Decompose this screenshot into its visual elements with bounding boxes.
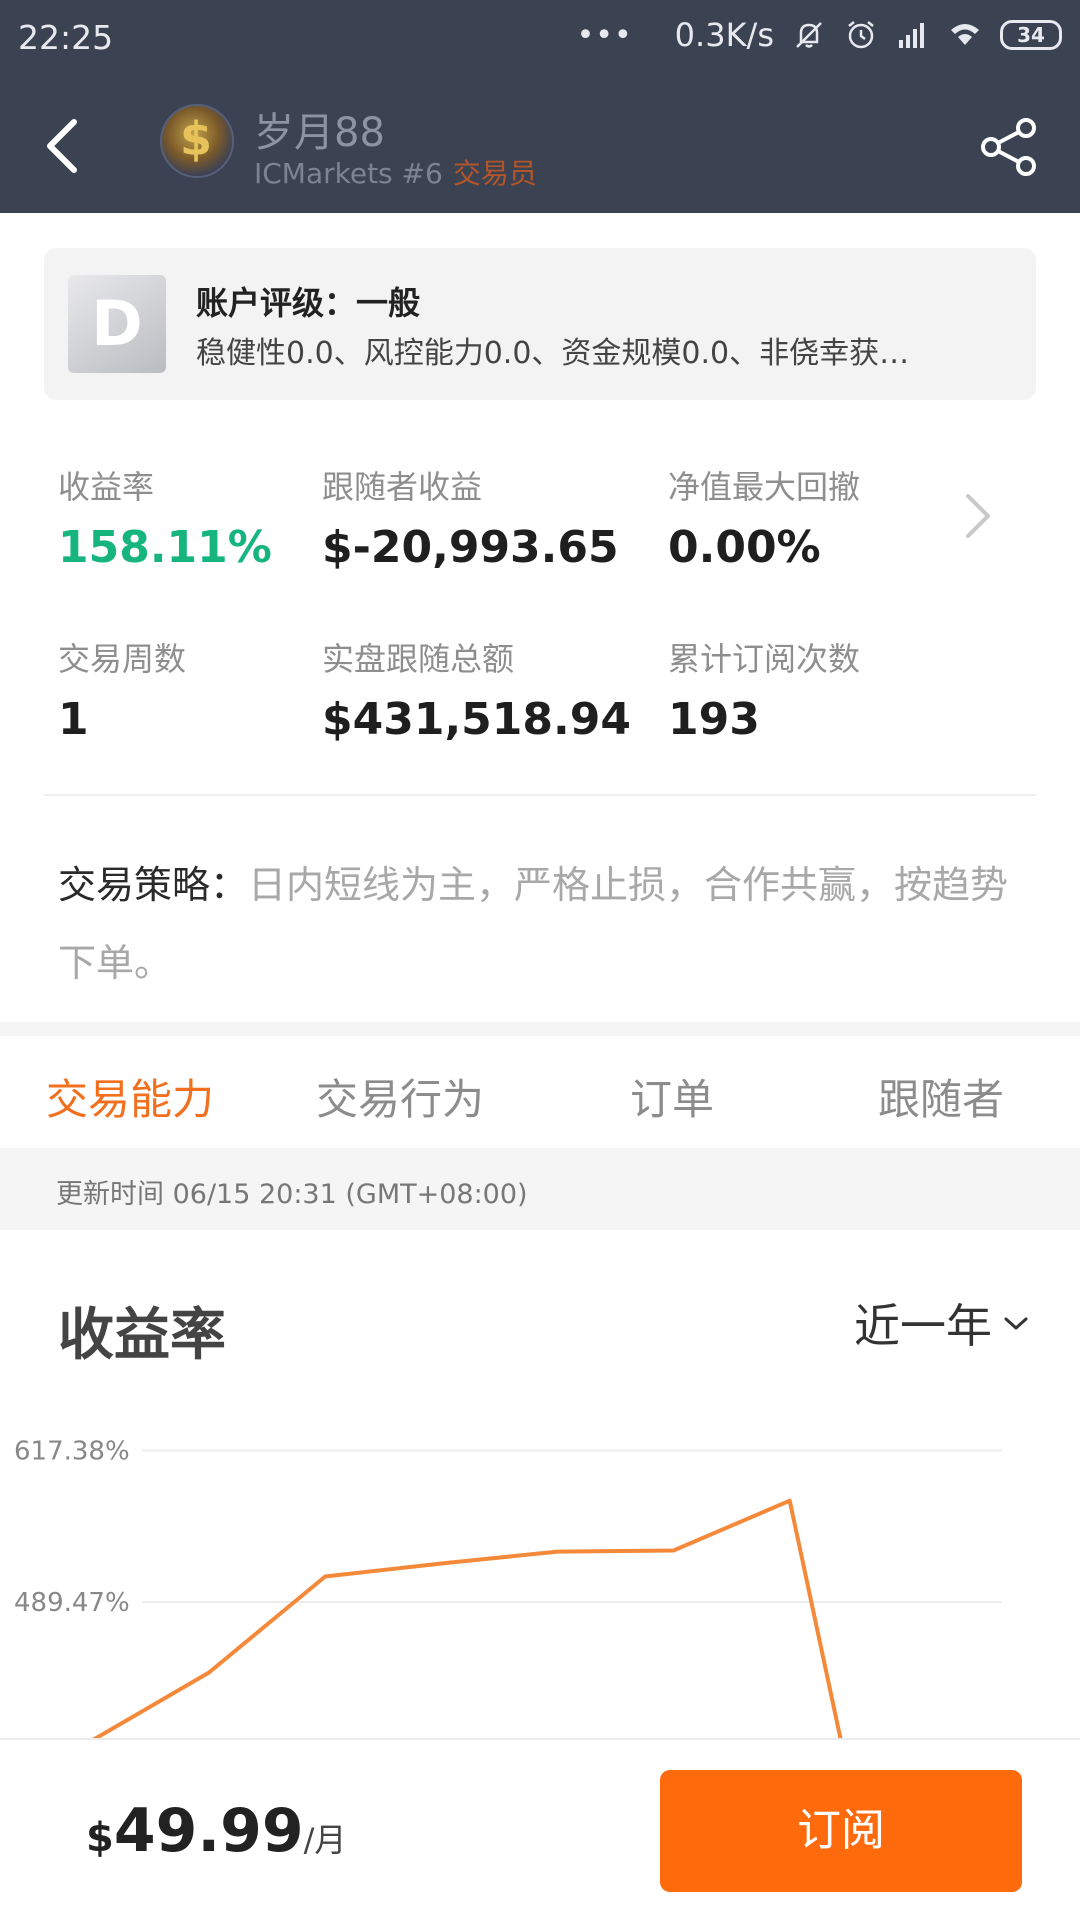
stat-subscription-count: 累计订阅次数 193 (668, 634, 860, 745)
dollar-icon: $ (180, 112, 213, 166)
stat-trading-weeks: 交易周数 1 (58, 634, 186, 745)
series-line (91, 1498, 843, 1740)
tab-trading-ability[interactable]: 交易能力 (46, 1066, 214, 1127)
rating-description: 稳健性0.0、风控能力0.0、资金规模0.0、非侥幸获… (196, 336, 910, 371)
trader-name: 岁月88 (254, 110, 385, 156)
stat-total-follow: 实盘跟随总额 $431,518.94 (322, 634, 631, 745)
stat-value: 0.00% (668, 522, 821, 573)
tab-trading-behavior[interactable]: 交易行为 (316, 1066, 484, 1127)
stat-label: 交易周数 (58, 640, 187, 678)
broker-label: ICMarkets #6 (254, 157, 443, 190)
avatar[interactable]: $ (160, 104, 234, 178)
stat-value: $431,518.94 (322, 694, 631, 745)
divider (44, 794, 1036, 796)
grade-badge: D (68, 275, 166, 373)
share-icon[interactable] (978, 116, 1040, 178)
stat-value: 1 (58, 694, 89, 745)
battery-icon: 34 (1000, 20, 1062, 50)
return-rate-chart: 617.38% 489.47% (14, 1436, 1002, 1740)
status-bar: 22:25 ••• 0.3K/s 34 (0, 0, 1080, 76)
update-bar: 更新时间 06/15 20:31 (GMT+08:00) (0, 1148, 1080, 1230)
price-amount: 49.99 (113, 1796, 304, 1866)
section-separator (0, 1022, 1080, 1036)
nav-bar: $ 岁月88 ICMarkets #6 交易员 (0, 80, 1080, 213)
stat-value: 158.11% (58, 522, 272, 573)
signal-icon (899, 23, 924, 48)
period-label: 近一年 (854, 1299, 992, 1353)
tab-orders[interactable]: 订单 (630, 1066, 714, 1127)
strategy-label: 交易策略： (58, 863, 249, 907)
network-speed: 0.3K/s (674, 16, 774, 54)
tab-followers[interactable]: 跟随者 (878, 1066, 1004, 1127)
y-tick-label: 489.47% (14, 1588, 130, 1618)
stat-return-rate: 收益率 158.11% (58, 462, 272, 573)
price: $49.99/月 (86, 1796, 346, 1866)
mute-icon (796, 22, 822, 48)
wifi-icon (951, 24, 979, 45)
bottom-bar: $49.99/月 订阅 (0, 1738, 1080, 1920)
stat-label: 净值最大回撤 (668, 468, 861, 506)
stat-value: 193 (668, 694, 760, 745)
stat-label: 跟随者收益 (322, 468, 483, 506)
chevron-right-icon[interactable] (962, 490, 994, 542)
stat-value: $-20,993.65 (322, 522, 619, 573)
role-label: 交易员 (452, 157, 537, 190)
rating-card[interactable]: D 账户评级：一般 稳健性0.0、风控能力0.0、资金规模0.0、非侥幸获… (44, 248, 1036, 400)
stat-label: 实盘跟随总额 (322, 640, 515, 678)
chart-title: 收益率 (58, 1303, 226, 1368)
trader-subtitle: ICMarkets #6 交易员 (254, 152, 537, 192)
tab-bar: 交易能力 交易行为 订单 跟随者 (0, 1036, 1080, 1148)
alarm-icon (848, 21, 874, 49)
update-time: 更新时间 06/15 20:31 (GMT+08:00) (56, 1179, 528, 1210)
price-unit: /月 (303, 1821, 347, 1859)
rating-title: 账户评级：一般 (196, 284, 421, 322)
chevron-down-icon (1004, 1317, 1028, 1330)
stat-max-drawdown: 净值最大回撤 0.00% (668, 462, 860, 573)
stat-label: 累计订阅次数 (668, 640, 861, 678)
status-time: 22:25 (18, 18, 114, 57)
app-header: 22:25 ••• 0.3K/s 34 $ 岁月88 ICMarkets #6 … (0, 0, 1080, 213)
y-tick-label: 617.38% (14, 1436, 130, 1466)
strategy: 交易策略：日内短线为主，严格止损，合作共赢，按趋势下单。 (58, 846, 1018, 1002)
more-notifications-icon: ••• (576, 17, 633, 53)
back-icon[interactable] (30, 106, 100, 186)
stat-label: 收益率 (58, 468, 155, 506)
period-selector[interactable]: 近一年 (854, 1290, 1030, 1356)
price-currency: $ (86, 1815, 114, 1861)
stat-follower-profit: 跟随者收益 $-20,993.65 (322, 462, 619, 573)
subscribe-button[interactable]: 订阅 (660, 1770, 1022, 1892)
status-icons: ••• 0.3K/s 34 (577, 16, 1062, 54)
